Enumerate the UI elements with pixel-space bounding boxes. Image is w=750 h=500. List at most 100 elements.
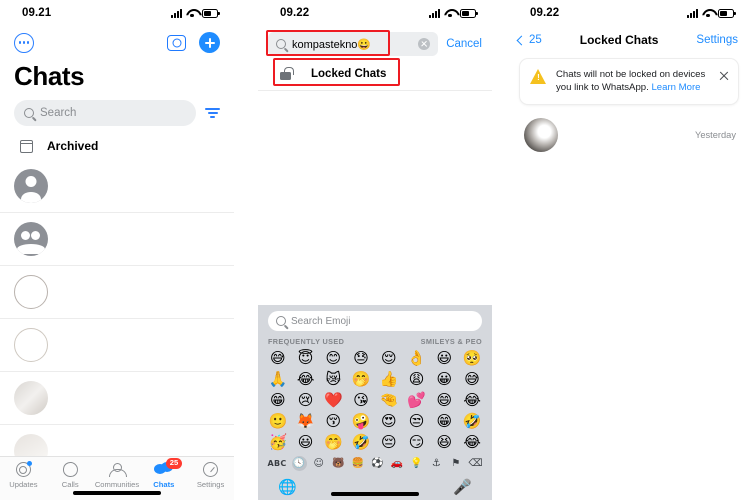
table-row[interactable] <box>0 160 234 213</box>
emoji-keyboard: Search Emoji FREQUENTLY USED SMILEYS & P… <box>258 305 492 500</box>
tab-label: Chats <box>153 480 175 489</box>
emoji-cell[interactable]: 😇 <box>292 348 320 369</box>
emoji-cell[interactable]: 🙏 <box>264 369 292 390</box>
table-row[interactable] <box>0 372 234 425</box>
emoji-cell[interactable]: 🤭 <box>320 432 348 453</box>
emoji-cell[interactable]: 😄 <box>431 390 459 411</box>
learn-more-link[interactable]: Learn More <box>651 82 700 93</box>
chevron-left-icon <box>516 35 527 45</box>
emoji-grid[interactable]: 😅 😇 😊 😓 😌 👌 😃 🥺 🙏 😂 😿 🤭 👍 😩 😀 😅 😁 😢 ❤️ 😘… <box>258 348 492 453</box>
screenshot-stage: 09.21 Chats Search Archived Updates Call… <box>0 0 750 500</box>
tab-communities[interactable]: Communities <box>94 461 141 489</box>
table-row[interactable] <box>0 213 234 266</box>
emoji-cell[interactable]: 😓 <box>347 348 375 369</box>
avatar <box>14 222 48 256</box>
settings-button[interactable]: Settings <box>696 34 738 46</box>
battery-icon <box>202 8 220 18</box>
emoji-cell[interactable]: 😌 <box>375 348 403 369</box>
tab-settings[interactable]: Settings <box>187 461 234 489</box>
emoji-cell[interactable]: 😆 <box>431 432 459 453</box>
emoji-cell[interactable]: 😩 <box>403 369 431 390</box>
flags-category-icon[interactable]: ⚑ <box>448 456 463 471</box>
table-row[interactable] <box>0 266 234 319</box>
food-category-icon[interactable]: 🍔 <box>350 456 365 471</box>
emoji-cell[interactable]: 😁 <box>264 390 292 411</box>
emoji-cell[interactable]: 😘 <box>347 390 375 411</box>
table-row[interactable] <box>0 319 234 372</box>
battery-icon <box>718 8 736 18</box>
emoji-cell[interactable]: 😍 <box>375 411 403 432</box>
emoji-cell[interactable]: 😅 <box>264 348 292 369</box>
microphone-icon[interactable]: 🎤 <box>453 478 472 496</box>
emoji-cell[interactable]: 😿 <box>320 369 348 390</box>
search-input[interactable]: Search <box>14 100 196 126</box>
emoji-search-input[interactable]: Search Emoji <box>268 311 482 331</box>
more-options-icon[interactable] <box>14 32 34 53</box>
search-icon <box>276 39 286 49</box>
smileys-category-icon[interactable]: ☺ <box>311 456 326 471</box>
objects-category-icon[interactable]: 💡 <box>409 456 424 471</box>
emoji-cell[interactable]: 😁 <box>431 411 459 432</box>
emoji-cell[interactable]: 😃 <box>431 348 459 369</box>
emoji-cell[interactable]: 😅 <box>458 369 486 390</box>
emoji-cell[interactable]: 🥺 <box>458 348 486 369</box>
cancel-button[interactable]: Cancel <box>446 38 482 50</box>
tab-label: Updates <box>9 480 38 489</box>
emoji-cell[interactable]: 🤪 <box>347 411 375 432</box>
back-button[interactable]: 25 <box>516 34 542 46</box>
camera-icon[interactable] <box>167 34 186 51</box>
emoji-cell[interactable]: 💕 <box>403 390 431 411</box>
home-indicator <box>73 491 161 495</box>
locked-chats-screen: 09.22 25 Locked Chats Settings Chats wil… <box>508 0 750 500</box>
close-icon[interactable] <box>718 70 729 81</box>
recent-category-icon[interactable]: 🕓 <box>291 456 307 471</box>
emoji-cell[interactable]: 😂 <box>292 369 320 390</box>
search-input[interactable]: kompastekno😀 <box>268 32 439 56</box>
emoji-cell[interactable]: 😢 <box>292 390 320 411</box>
emoji-cell[interactable]: 😃 <box>292 432 320 453</box>
abc-key[interactable]: ABC <box>267 456 287 471</box>
list-item[interactable]: Yesterday <box>508 104 750 166</box>
backspace-icon[interactable]: ⌫ <box>468 456 483 471</box>
navigation-bar: 25 Locked Chats Settings <box>508 26 750 56</box>
tab-calls[interactable]: Calls <box>47 461 94 489</box>
emoji-cell[interactable]: 👌 <box>403 348 431 369</box>
animals-category-icon[interactable]: 🐻 <box>331 456 346 471</box>
filter-icon[interactable] <box>205 108 220 118</box>
avatar <box>14 169 48 203</box>
emoji-cell[interactable]: 😊 <box>320 348 348 369</box>
tab-updates[interactable]: Updates <box>0 461 47 489</box>
emoji-cell[interactable]: 🦊 <box>292 411 320 432</box>
emoji-cell[interactable]: 👍 <box>375 369 403 390</box>
search-result-locked-chats[interactable]: Locked Chats <box>258 56 492 91</box>
signal-bars-icon <box>429 8 440 18</box>
emoji-cell[interactable]: 🤣 <box>458 411 486 432</box>
archived-row[interactable]: Archived <box>0 135 234 160</box>
emoji-cell[interactable]: 😀 <box>431 369 459 390</box>
emoji-search-placeholder: Search Emoji <box>291 315 351 327</box>
emoji-cell[interactable]: 🙂 <box>264 411 292 432</box>
emoji-cell[interactable]: 🤏 <box>375 390 403 411</box>
emoji-cell[interactable]: 😔 <box>375 432 403 453</box>
chats-list-screen: 09.21 Chats Search Archived Updates Call… <box>0 0 234 500</box>
emoji-cell[interactable]: 😂 <box>458 390 486 411</box>
emoji-cell[interactable]: 😚 <box>320 411 348 432</box>
symbols-category-icon[interactable]: ⚓ <box>429 456 444 471</box>
emoji-cell[interactable]: 🥳 <box>264 432 292 453</box>
status-icons <box>429 8 478 18</box>
emoji-cell[interactable]: 😒 <box>403 411 431 432</box>
tab-chats[interactable]: 25 Chats <box>140 458 187 489</box>
emoji-cell[interactable]: 😂 <box>458 432 486 453</box>
travel-category-icon[interactable]: 🚗 <box>390 456 405 471</box>
globe-keyboard-icon[interactable]: 🌐 <box>278 478 297 496</box>
new-chat-plus-icon[interactable] <box>199 32 220 53</box>
chats-header-actions <box>0 26 234 55</box>
emoji-cell[interactable]: 🤣 <box>347 432 375 453</box>
avatar <box>14 381 48 415</box>
emoji-cell[interactable]: 🤭 <box>347 369 375 390</box>
status-badge: 25 <box>165 458 183 469</box>
emoji-cell[interactable]: ❤️ <box>320 390 348 411</box>
clear-text-icon[interactable] <box>418 38 431 50</box>
emoji-cell[interactable]: 😏 <box>403 432 431 453</box>
activity-category-icon[interactable]: ⚽ <box>370 456 385 471</box>
